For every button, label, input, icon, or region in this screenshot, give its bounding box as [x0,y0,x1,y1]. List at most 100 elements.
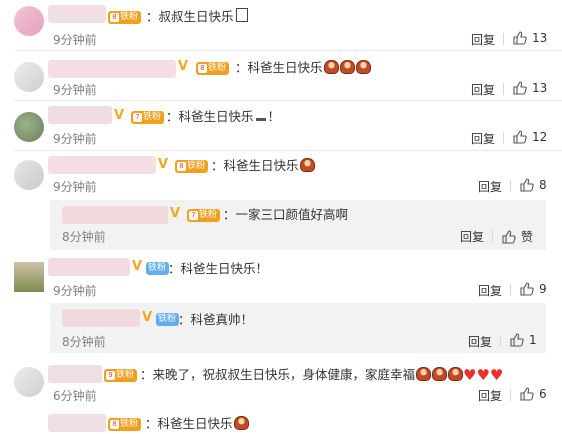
username-blurred[interactable] [48,156,156,174]
like-count: 6 [539,387,547,401]
reply-button[interactable]: 回复 [471,130,495,147]
fan-badge: 铁粉 [156,313,180,326]
like-button[interactable]: 1 [510,333,537,347]
cake-emoji [323,60,339,74]
fan-badge: 8 铁粉 [108,418,142,431]
comment-text: ：一家三口颜值好高啊 [223,207,349,222]
fan-badge: 铁粉 [146,262,170,275]
reply-button[interactable]: 回复 [478,282,502,299]
comment-item: V 8 铁粉 ：科爸生日快乐 9分钟前 回复 13 [0,50,562,100]
thumbs-up-icon [520,178,534,192]
comment-time: 8分钟前 [62,335,106,349]
divider [492,230,493,242]
username-blurred[interactable] [48,60,176,78]
comment-item: 8 铁粉 ：科爸生日快乐 [0,408,562,434]
like-label: 赞 [521,230,534,244]
like-button[interactable]: 8 [520,178,547,192]
comment-item: V 8 铁粉 ：科爸生日快乐 9分钟前 回复 8 [0,150,562,200]
comment-list: 8 铁粉 ：叔叔生日快乐 9分钟前 回复 13 V 8 铁粉 ：科爸生日快乐 9分钟… [0,0,562,434]
v-badge-icon: V [170,206,181,221]
cake-emoji [416,367,432,381]
fan-badge: 7 铁粉 [131,111,165,124]
thumbs-up-icon [510,333,524,347]
avatar[interactable] [14,160,44,190]
reply-button[interactable]: 回复 [471,31,495,48]
username-blurred[interactable] [48,106,112,124]
fan-badge: 8 铁粉 [196,62,230,75]
fan-badge: 8 铁粉 [108,11,142,24]
reply-button[interactable]: 回复 [460,228,484,245]
comment-text: ：来晚了，祝叔叔生日快乐，身体健康，家庭幸福 ♥♥♥ [140,366,504,384]
divider [503,132,504,144]
divider [510,284,511,296]
sub-reply: V 7 铁粉 ：一家三口颜值好高啊 8分钟前 回复 赞 [50,200,546,250]
cake-emoji [299,158,315,172]
thumbs-up-icon [502,230,516,244]
v-badge-icon: V [178,59,189,74]
thumbs-up-icon [513,81,527,95]
cake-emoji [233,416,249,430]
like-count: 1 [529,333,537,347]
comment-item: V 铁粉 ：科爸生日快乐！ 9分钟前 回复 9 [0,252,562,302]
like-count: 12 [532,130,548,144]
username-blurred[interactable] [48,365,102,383]
comment-text: ：科爸生日快乐！ [166,109,281,124]
like-button[interactable]: 赞 [502,228,533,245]
v-badge-icon: V [132,259,143,274]
like-button[interactable]: 6 [520,387,547,401]
like-count: 13 [532,31,548,45]
comment-time: 9分钟前 [53,284,97,298]
cake-emoji [448,367,464,381]
like-count: 9 [539,282,547,296]
v-badge-icon: V [114,108,125,123]
like-count: 8 [539,178,547,192]
divider [510,180,511,192]
avatar[interactable] [14,367,44,397]
thumbs-up-icon [520,387,534,401]
comment-text: ：科爸生日快乐 [145,415,249,433]
gift-emoji [235,8,248,22]
heart-emoji: ♥ [463,366,477,384]
username-blurred[interactable] [62,309,140,327]
like-count: 13 [532,81,548,95]
like-button[interactable]: 13 [513,81,547,95]
comment-text: ：科爸真帅！ [178,312,254,327]
comment-item: 8 铁粉 ：叔叔生日快乐 9分钟前 回复 13 [0,0,562,50]
avatar[interactable] [14,62,44,92]
username-blurred[interactable] [48,414,106,432]
username-blurred[interactable] [48,5,106,23]
comment-time: 8分钟前 [62,230,106,244]
thumbs-up-icon [513,31,527,45]
comment-time: 9分钟前 [53,132,97,146]
heart-emoji: ♥ [476,366,490,384]
comment-time: 9分钟前 [53,83,97,97]
reply-button[interactable]: 回复 [478,387,502,404]
cake-emoji [355,60,371,74]
reply-button[interactable]: 回复 [471,81,495,98]
like-button[interactable]: 9 [520,282,547,296]
comment-text: ：科爸生日快乐 [235,59,371,77]
heart-emoji: ♥ [489,366,504,384]
reply-button[interactable]: 回复 [468,333,492,350]
avatar[interactable] [14,262,44,292]
v-badge-icon: V [158,157,169,172]
like-button[interactable]: 12 [513,130,547,144]
thumbs-up-icon [520,282,534,296]
avatar[interactable] [14,112,44,142]
username-blurred[interactable] [48,258,130,276]
avatar[interactable] [14,6,44,36]
divider [503,83,504,95]
username-blurred[interactable] [62,206,168,224]
divider [510,389,511,401]
comment-text: ：科爸生日快乐！ [168,261,269,276]
divider [503,33,504,45]
like-button[interactable]: 13 [513,31,547,45]
comment-time: 9分钟前 [53,180,97,194]
reply-button[interactable]: 回复 [478,178,502,195]
comment-time: 6分钟前 [53,389,97,403]
comment-time: 9分钟前 [53,33,97,47]
fan-badge: 7 铁粉 [187,209,221,222]
comment-item: V 7 铁粉 ：科爸生日快乐！ 9分钟前 回复 12 [0,100,562,150]
divider [500,335,501,347]
comment-text: ：叔叔生日快乐 [146,8,248,26]
